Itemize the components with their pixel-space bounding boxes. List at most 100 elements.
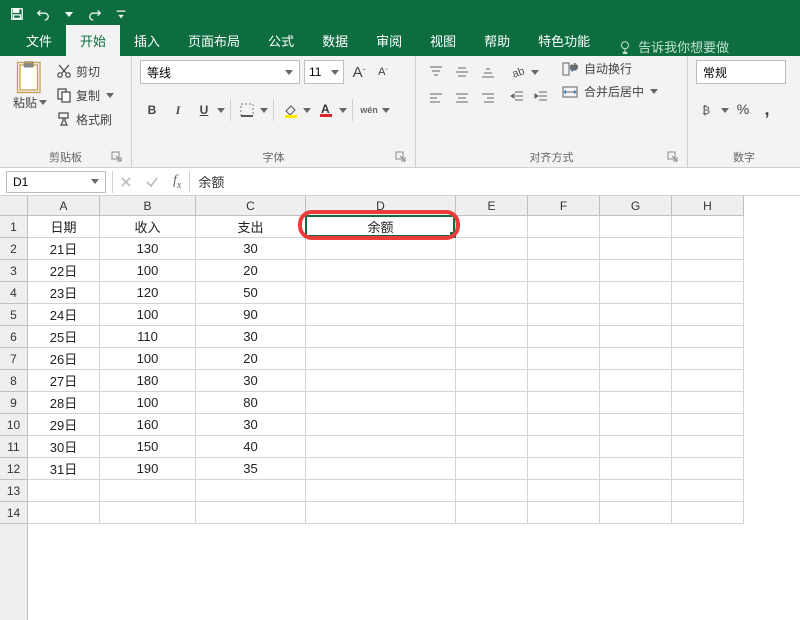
- copy-button[interactable]: 复制: [56, 84, 114, 106]
- cell-E12[interactable]: [456, 458, 528, 480]
- cell-F1[interactable]: [528, 216, 600, 238]
- cell-E7[interactable]: [456, 348, 528, 370]
- cell-A3[interactable]: 22日: [28, 260, 100, 282]
- align-right-button[interactable]: [476, 86, 500, 110]
- border-button[interactable]: [235, 98, 269, 122]
- grow-font-button[interactable]: Aˆ: [348, 61, 370, 83]
- column-header-B[interactable]: B: [100, 196, 196, 215]
- wrap-text-button[interactable]: ab 自动换行: [562, 60, 658, 77]
- cell-F6[interactable]: [528, 326, 600, 348]
- cell-G2[interactable]: [600, 238, 672, 260]
- cell-E13[interactable]: [456, 480, 528, 502]
- cell-F4[interactable]: [528, 282, 600, 304]
- cell-A11[interactable]: 30日: [28, 436, 100, 458]
- cell-A7[interactable]: 26日: [28, 348, 100, 370]
- number-format-combo[interactable]: 常规: [696, 60, 786, 84]
- align-center-button[interactable]: [450, 86, 474, 110]
- tab-features[interactable]: 特色功能: [524, 25, 604, 56]
- cell-G14[interactable]: [600, 502, 672, 524]
- cell-E11[interactable]: [456, 436, 528, 458]
- cancel-formula-icon[interactable]: [113, 175, 139, 189]
- cell-G4[interactable]: [600, 282, 672, 304]
- cell-F14[interactable]: [528, 502, 600, 524]
- cell-A6[interactable]: 25日: [28, 326, 100, 348]
- cell-B7[interactable]: 100: [100, 348, 196, 370]
- row-header-14[interactable]: 14: [0, 502, 27, 524]
- format-painter-button[interactable]: 格式刷: [56, 108, 114, 130]
- row-header-3[interactable]: 3: [0, 260, 27, 282]
- column-header-D[interactable]: D: [306, 196, 456, 215]
- accounting-format-button[interactable]: ₿: [696, 98, 730, 122]
- cell-H12[interactable]: [672, 458, 744, 480]
- cell-C2[interactable]: 30: [196, 238, 306, 260]
- cell-F10[interactable]: [528, 414, 600, 436]
- bold-button[interactable]: B: [140, 98, 164, 122]
- cell-C3[interactable]: 20: [196, 260, 306, 282]
- cell-B13[interactable]: [100, 480, 196, 502]
- font-name-combo[interactable]: 等线: [140, 60, 300, 84]
- italic-button[interactable]: I: [166, 98, 190, 122]
- accept-formula-icon[interactable]: [139, 175, 165, 189]
- tab-page-layout[interactable]: 页面布局: [174, 25, 254, 56]
- percent-button[interactable]: %: [732, 98, 754, 120]
- cell-E6[interactable]: [456, 326, 528, 348]
- cell-G8[interactable]: [600, 370, 672, 392]
- cell-A12[interactable]: 31日: [28, 458, 100, 480]
- formula-bar[interactable]: 余额: [189, 171, 800, 193]
- cell-D6[interactable]: [306, 326, 456, 348]
- cell-G10[interactable]: [600, 414, 672, 436]
- tab-insert[interactable]: 插入: [120, 25, 174, 56]
- cell-D14[interactable]: [306, 502, 456, 524]
- cell-A5[interactable]: 24日: [28, 304, 100, 326]
- tab-view[interactable]: 视图: [416, 25, 470, 56]
- tell-me-search[interactable]: 告诉我你想要做: [618, 37, 729, 56]
- cell-A14[interactable]: [28, 502, 100, 524]
- cell-G6[interactable]: [600, 326, 672, 348]
- row-header-11[interactable]: 11: [0, 436, 27, 458]
- underline-button[interactable]: U: [192, 98, 226, 122]
- cell-D8[interactable]: [306, 370, 456, 392]
- cell-B9[interactable]: 100: [100, 392, 196, 414]
- row-header-4[interactable]: 4: [0, 282, 27, 304]
- font-size-combo[interactable]: 11: [304, 60, 344, 84]
- cell-C13[interactable]: [196, 480, 306, 502]
- cell-C12[interactable]: 35: [196, 458, 306, 480]
- cell-H8[interactable]: [672, 370, 744, 392]
- cell-D7[interactable]: [306, 348, 456, 370]
- merge-center-button[interactable]: 合并后居中: [562, 83, 658, 100]
- phonetic-button[interactable]: wén: [357, 98, 391, 122]
- cell-grid[interactable]: 日期收入支出余额21日1303022日1002023日1205024日10090…: [28, 216, 800, 620]
- row-header-9[interactable]: 9: [0, 392, 27, 414]
- tab-data[interactable]: 数据: [308, 25, 362, 56]
- cell-B6[interactable]: 110: [100, 326, 196, 348]
- tab-home[interactable]: 开始: [66, 25, 120, 56]
- cell-H3[interactable]: [672, 260, 744, 282]
- cell-D11[interactable]: [306, 436, 456, 458]
- cell-C11[interactable]: 40: [196, 436, 306, 458]
- row-header-8[interactable]: 8: [0, 370, 27, 392]
- cell-F12[interactable]: [528, 458, 600, 480]
- cell-H1[interactable]: [672, 216, 744, 238]
- tab-review[interactable]: 审阅: [362, 25, 416, 56]
- cell-D10[interactable]: [306, 414, 456, 436]
- column-header-C[interactable]: C: [196, 196, 306, 215]
- fill-color-button[interactable]: [278, 98, 312, 122]
- align-bottom-button[interactable]: [476, 60, 500, 84]
- cell-B8[interactable]: 180: [100, 370, 196, 392]
- cell-F2[interactable]: [528, 238, 600, 260]
- row-header-13[interactable]: 13: [0, 480, 27, 502]
- increase-indent-button[interactable]: [530, 86, 552, 108]
- cell-B14[interactable]: [100, 502, 196, 524]
- cell-H6[interactable]: [672, 326, 744, 348]
- cell-B12[interactable]: 190: [100, 458, 196, 480]
- cell-C6[interactable]: 30: [196, 326, 306, 348]
- cell-E2[interactable]: [456, 238, 528, 260]
- font-dialog-launcher-icon[interactable]: [395, 151, 407, 163]
- cell-C5[interactable]: 90: [196, 304, 306, 326]
- cell-E10[interactable]: [456, 414, 528, 436]
- cell-G9[interactable]: [600, 392, 672, 414]
- cell-A8[interactable]: 27日: [28, 370, 100, 392]
- decrease-indent-button[interactable]: [506, 86, 528, 108]
- cell-E9[interactable]: [456, 392, 528, 414]
- cell-C1[interactable]: 支出: [196, 216, 306, 238]
